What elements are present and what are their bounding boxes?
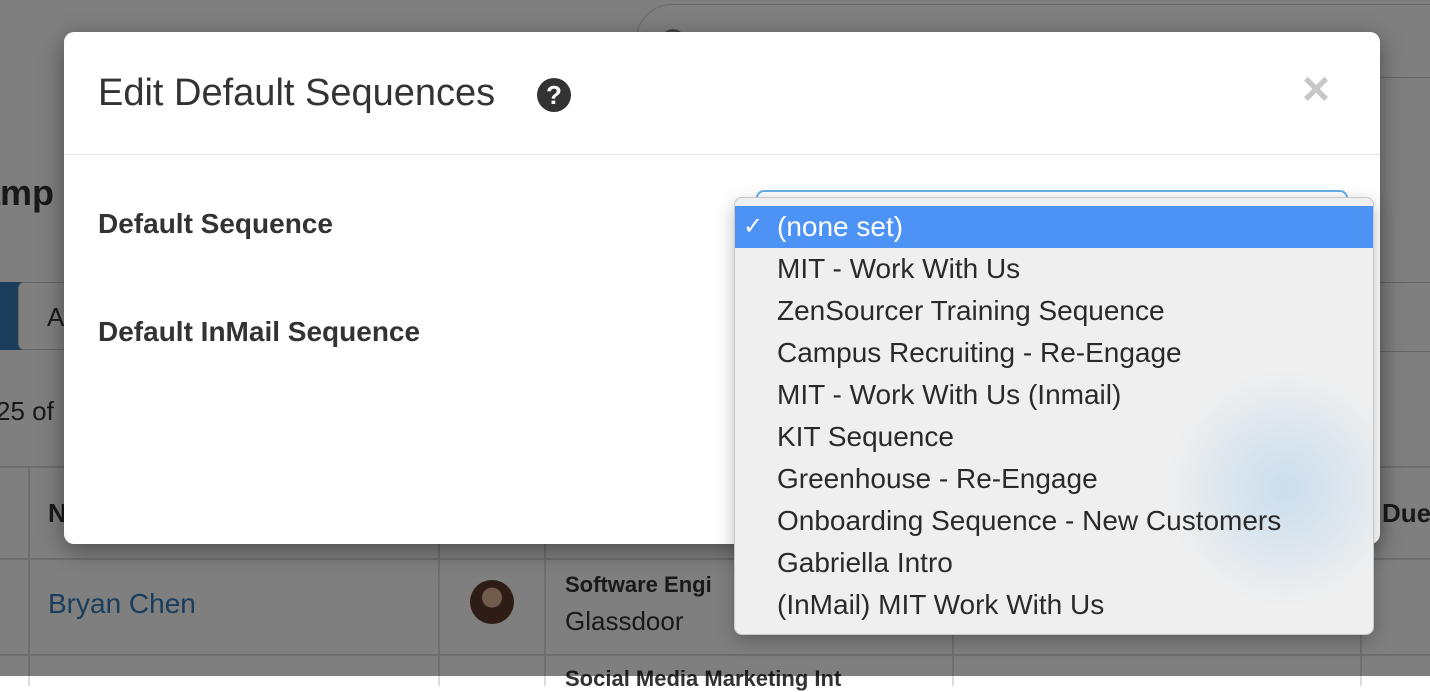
option-label: KIT Sequence [777,421,954,452]
option-label: Onboarding Sequence - New Customers [777,505,1282,536]
dropdown-option[interactable]: ZenSourcer Training Sequence [735,290,1373,332]
dropdown-option[interactable]: Gabriella Intro [735,542,1373,584]
dropdown-option[interactable]: MIT - Work With Us (Inmail) [735,374,1373,416]
dropdown-option[interactable]: KIT Sequence [735,416,1373,458]
checkmark-icon: ✓ [743,213,764,240]
close-button[interactable]: × [1302,66,1330,114]
dropdown-option[interactable]: Greenhouse - Re-Engage [735,458,1373,500]
option-label: (InMail) MIT Work With Us [777,589,1105,620]
option-label: MIT - Work With Us (Inmail) [777,379,1122,410]
option-label: MIT - Work With Us [777,253,1021,284]
option-label: Greenhouse - Re-Engage [777,463,1098,494]
default-inmail-sequence-label: Default InMail Sequence [98,316,421,347]
option-label: ZenSourcer Training Sequence [777,295,1165,326]
option-label: Gabriella Intro [777,547,953,578]
modal-title: Edit Default Sequences [98,72,496,114]
question-circle-icon[interactable]: ? [537,78,571,112]
dropdown-option[interactable]: Campus Recruiting - Re-Engage [735,332,1373,374]
option-label: (none set) [777,211,904,242]
dropdown-option[interactable]: (InMail) MIT Work With Us [735,584,1373,626]
default-sequence-label: Default Sequence [98,208,333,239]
dropdown-option[interactable]: Onboarding Sequence - New Customers [735,500,1373,542]
dropdown-option[interactable]: ✓ (none set) [735,206,1373,248]
sequence-dropdown-menu: ✓ (none set) MIT - Work With Us ZenSourc… [734,197,1374,635]
dropdown-option[interactable]: MIT - Work With Us [735,248,1373,290]
option-label: Campus Recruiting - Re-Engage [777,337,1182,368]
modal-header: Edit Default Sequences ? × [64,32,1380,155]
